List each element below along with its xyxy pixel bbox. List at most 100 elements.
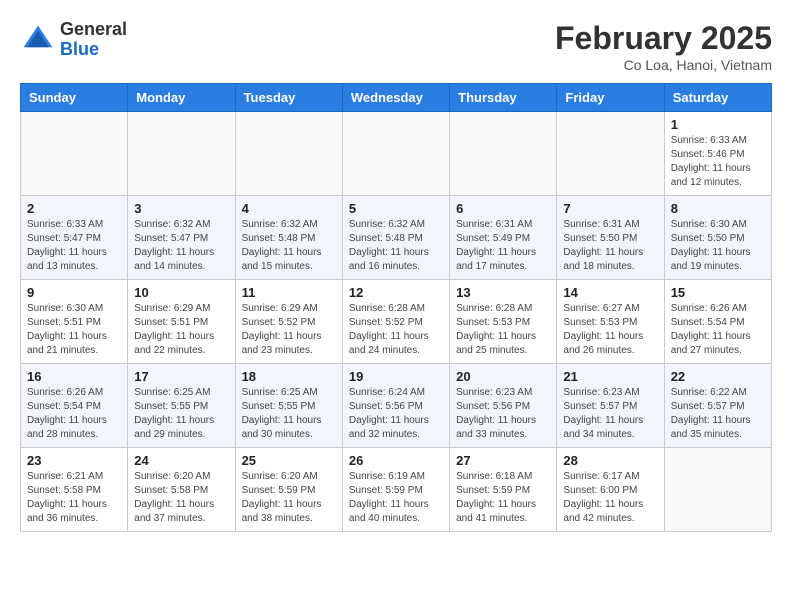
calendar-week-3: 9 Sunrise: 6:30 AM Sunset: 5:51 PM Daylig… xyxy=(21,280,772,364)
month-title: February 2025 xyxy=(555,20,772,57)
day-header-wednesday: Wednesday xyxy=(342,84,449,112)
day-number: 14 xyxy=(563,285,657,300)
day-header-sunday: Sunday xyxy=(21,84,128,112)
calendar-cell: 4 Sunrise: 6:32 AM Sunset: 5:48 PM Daylig… xyxy=(235,196,342,280)
calendar-week-1: 1Sunrise: 6:33 AM Sunset: 5:46 PM Daylig… xyxy=(21,112,772,196)
day-number: 26 xyxy=(349,453,443,468)
calendar-cell: 11 Sunrise: 6:29 AM Sunset: 5:52 PM Dayli… xyxy=(235,280,342,364)
calendar-cell: 17 Sunrise: 6:25 AM Sunset: 5:55 PM Dayli… xyxy=(128,364,235,448)
calendar-week-5: 23Sunrise: 6:21 AM Sunset: 5:58 PM Dayli… xyxy=(21,448,772,532)
day-number: 22 xyxy=(671,369,765,384)
calendar-cell: 22 Sunrise: 6:22 AM Sunset: 5:57 PM Dayli… xyxy=(664,364,771,448)
day-number: 27 xyxy=(456,453,550,468)
logo-blue-text: Blue xyxy=(60,40,127,60)
day-info: Sunrise: 6:17 AM Sunset: 6:00 PM Dayligh… xyxy=(563,470,657,526)
calendar-week-2: 2Sunrise: 6:33 AM Sunset: 5:47 PM Daylig… xyxy=(21,196,772,280)
calendar-cell: 24Sunrise: 6:20 AM Sunset: 5:58 PM Dayli… xyxy=(128,448,235,532)
day-info: Sunrise: 6:21 AM Sunset: 5:58 PM Dayligh… xyxy=(27,470,121,526)
day-info: Sunrise: 6:26 AM Sunset: 5:54 PM Dayligh… xyxy=(671,302,765,358)
day-header-monday: Monday xyxy=(128,84,235,112)
day-info: Sunrise: 6:22 AM Sunset: 5:57 PM Dayligh… xyxy=(671,386,765,442)
day-header-tuesday: Tuesday xyxy=(235,84,342,112)
day-number: 18 xyxy=(242,369,336,384)
day-number: 16 xyxy=(27,369,121,384)
calendar-cell: 27Sunrise: 6:18 AM Sunset: 5:59 PM Dayli… xyxy=(450,448,557,532)
calendar-cell xyxy=(664,448,771,532)
calendar-cell: 2Sunrise: 6:33 AM Sunset: 5:47 PM Daylig… xyxy=(21,196,128,280)
day-number: 5 xyxy=(349,201,443,216)
calendar-cell: 7 Sunrise: 6:31 AM Sunset: 5:50 PM Daylig… xyxy=(557,196,664,280)
calendar-header: SundayMondayTuesdayWednesdayThursdayFrid… xyxy=(21,84,772,112)
day-info: Sunrise: 6:25 AM Sunset: 5:55 PM Dayligh… xyxy=(134,386,228,442)
day-number: 1 xyxy=(671,117,765,132)
day-info: Sunrise: 6:29 AM Sunset: 5:52 PM Dayligh… xyxy=(242,302,336,358)
day-number: 24 xyxy=(134,453,228,468)
calendar-cell: 5 Sunrise: 6:32 AM Sunset: 5:48 PM Daylig… xyxy=(342,196,449,280)
day-header-thursday: Thursday xyxy=(450,84,557,112)
day-number: 10 xyxy=(134,285,228,300)
calendar-table: SundayMondayTuesdayWednesdayThursdayFrid… xyxy=(20,83,772,532)
calendar-cell: 6 Sunrise: 6:31 AM Sunset: 5:49 PM Daylig… xyxy=(450,196,557,280)
day-number: 15 xyxy=(671,285,765,300)
day-info: Sunrise: 6:19 AM Sunset: 5:59 PM Dayligh… xyxy=(349,470,443,526)
day-number: 19 xyxy=(349,369,443,384)
day-number: 7 xyxy=(563,201,657,216)
day-number: 13 xyxy=(456,285,550,300)
calendar-cell: 26 Sunrise: 6:19 AM Sunset: 5:59 PM Dayli… xyxy=(342,448,449,532)
calendar-cell: 21Sunrise: 6:23 AM Sunset: 5:57 PM Dayli… xyxy=(557,364,664,448)
calendar-cell: 20 Sunrise: 6:23 AM Sunset: 5:56 PM Dayli… xyxy=(450,364,557,448)
day-number: 6 xyxy=(456,201,550,216)
logo-icon xyxy=(20,22,56,58)
calendar-cell: 28Sunrise: 6:17 AM Sunset: 6:00 PM Dayli… xyxy=(557,448,664,532)
calendar-body: 1Sunrise: 6:33 AM Sunset: 5:46 PM Daylig… xyxy=(21,112,772,532)
day-number: 11 xyxy=(242,285,336,300)
day-number: 17 xyxy=(134,369,228,384)
day-info: Sunrise: 6:20 AM Sunset: 5:59 PM Dayligh… xyxy=(242,470,336,526)
day-info: Sunrise: 6:32 AM Sunset: 5:48 PM Dayligh… xyxy=(242,218,336,274)
day-info: Sunrise: 6:25 AM Sunset: 5:55 PM Dayligh… xyxy=(242,386,336,442)
calendar-week-4: 16 Sunrise: 6:26 AM Sunset: 5:54 PM Dayli… xyxy=(21,364,772,448)
calendar-cell: 25Sunrise: 6:20 AM Sunset: 5:59 PM Dayli… xyxy=(235,448,342,532)
day-number: 9 xyxy=(27,285,121,300)
day-number: 4 xyxy=(242,201,336,216)
day-number: 12 xyxy=(349,285,443,300)
day-info: Sunrise: 6:27 AM Sunset: 5:53 PM Dayligh… xyxy=(563,302,657,358)
calendar-cell: 10 Sunrise: 6:29 AM Sunset: 5:51 PM Dayli… xyxy=(128,280,235,364)
day-info: Sunrise: 6:23 AM Sunset: 5:56 PM Dayligh… xyxy=(456,386,550,442)
calendar-cell: 16 Sunrise: 6:26 AM Sunset: 5:54 PM Dayli… xyxy=(21,364,128,448)
calendar-cell xyxy=(21,112,128,196)
day-number: 21 xyxy=(563,369,657,384)
day-info: Sunrise: 6:29 AM Sunset: 5:51 PM Dayligh… xyxy=(134,302,228,358)
day-info: Sunrise: 6:30 AM Sunset: 5:51 PM Dayligh… xyxy=(27,302,121,358)
location: Co Loa, Hanoi, Vietnam xyxy=(555,57,772,73)
logo-general-text: General xyxy=(60,20,127,40)
calendar-cell: 18 Sunrise: 6:25 AM Sunset: 5:55 PM Dayli… xyxy=(235,364,342,448)
page-header: General Blue February 2025 Co Loa, Hanoi… xyxy=(20,20,772,73)
calendar-cell: 13 Sunrise: 6:28 AM Sunset: 5:53 PM Dayli… xyxy=(450,280,557,364)
day-info: Sunrise: 6:26 AM Sunset: 5:54 PM Dayligh… xyxy=(27,386,121,442)
title-block: February 2025 Co Loa, Hanoi, Vietnam xyxy=(555,20,772,73)
day-info: Sunrise: 6:31 AM Sunset: 5:50 PM Dayligh… xyxy=(563,218,657,274)
day-info: Sunrise: 6:32 AM Sunset: 5:48 PM Dayligh… xyxy=(349,218,443,274)
day-info: Sunrise: 6:28 AM Sunset: 5:53 PM Dayligh… xyxy=(456,302,550,358)
day-number: 20 xyxy=(456,369,550,384)
calendar-cell: 15 Sunrise: 6:26 AM Sunset: 5:54 PM Dayli… xyxy=(664,280,771,364)
day-number: 2 xyxy=(27,201,121,216)
calendar-cell xyxy=(557,112,664,196)
calendar-cell xyxy=(450,112,557,196)
calendar-cell xyxy=(342,112,449,196)
day-header-saturday: Saturday xyxy=(664,84,771,112)
calendar-cell: 8Sunrise: 6:30 AM Sunset: 5:50 PM Daylig… xyxy=(664,196,771,280)
calendar-cell: 14 Sunrise: 6:27 AM Sunset: 5:53 PM Dayli… xyxy=(557,280,664,364)
calendar-cell: 23Sunrise: 6:21 AM Sunset: 5:58 PM Dayli… xyxy=(21,448,128,532)
calendar-cell: 19 Sunrise: 6:24 AM Sunset: 5:56 PM Dayli… xyxy=(342,364,449,448)
calendar-cell: 9 Sunrise: 6:30 AM Sunset: 5:51 PM Daylig… xyxy=(21,280,128,364)
day-number: 8 xyxy=(671,201,765,216)
calendar-cell: 3Sunrise: 6:32 AM Sunset: 5:47 PM Daylig… xyxy=(128,196,235,280)
day-info: Sunrise: 6:24 AM Sunset: 5:56 PM Dayligh… xyxy=(349,386,443,442)
calendar-cell: 12Sunrise: 6:28 AM Sunset: 5:52 PM Dayli… xyxy=(342,280,449,364)
calendar-cell xyxy=(128,112,235,196)
calendar-cell: 1Sunrise: 6:33 AM Sunset: 5:46 PM Daylig… xyxy=(664,112,771,196)
day-header-friday: Friday xyxy=(557,84,664,112)
day-info: Sunrise: 6:31 AM Sunset: 5:49 PM Dayligh… xyxy=(456,218,550,274)
